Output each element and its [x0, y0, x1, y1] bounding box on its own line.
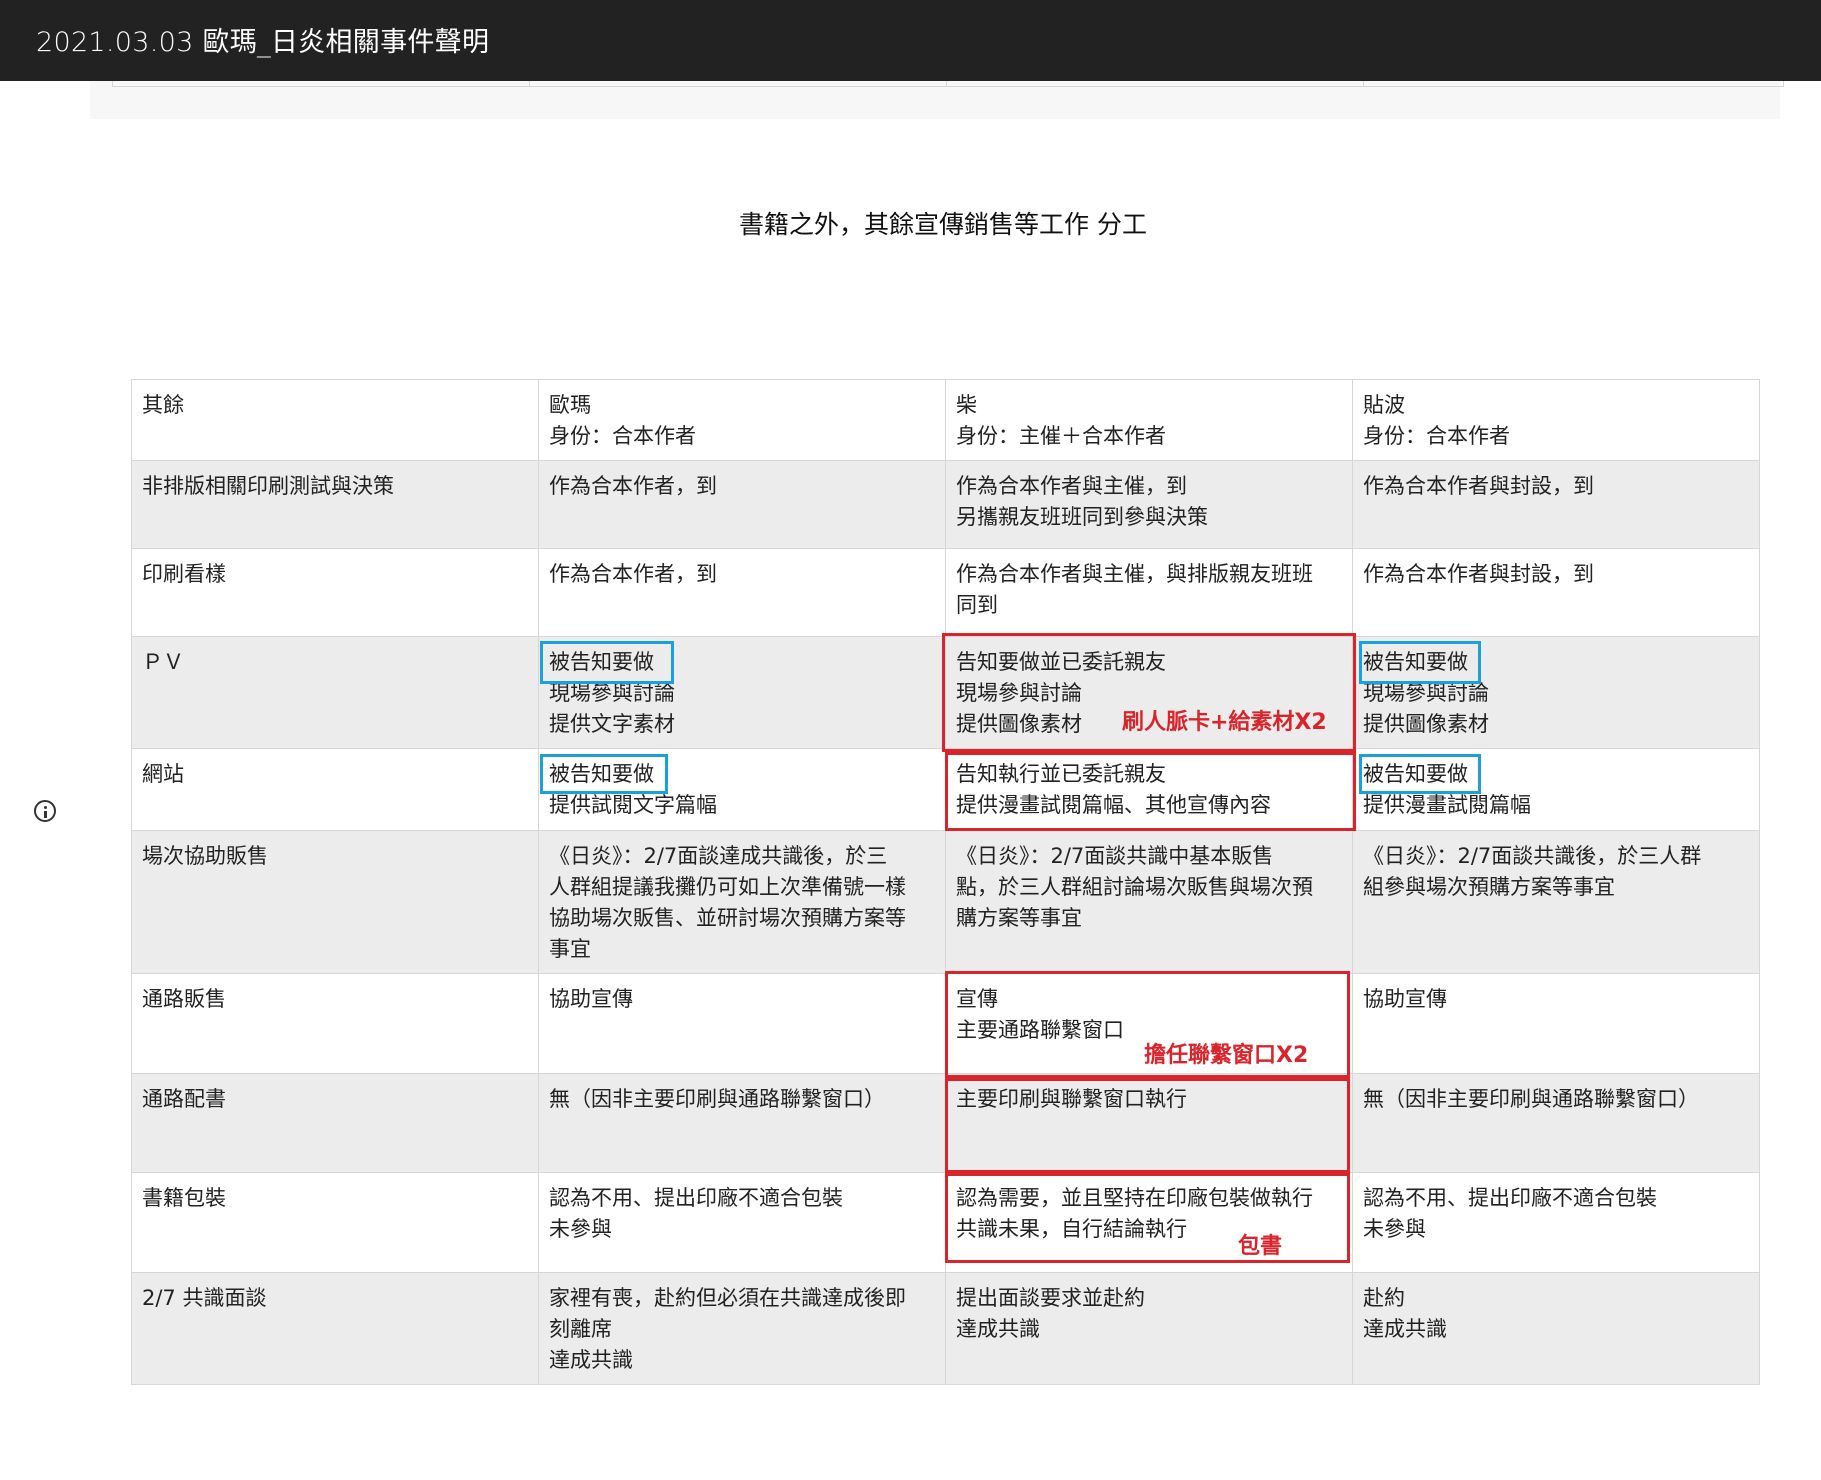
table-cell: 作為合本作者，到 [538, 460, 946, 549]
row-label: ＰＶ [131, 636, 539, 749]
row-label: 通路配書 [131, 1073, 539, 1173]
annotation-pv: 刷人脈卡+給素材X2 [1122, 710, 1327, 735]
table-cell: 無（因非主要印刷與通路聯繫窗口） [538, 1073, 946, 1173]
page-title: 2021.03.03 歐瑪_日炎相關事件聲明 [36, 27, 490, 58]
table-cell: 協助宣傳 [1352, 973, 1760, 1074]
table-cell: 作為合本作者與主催，到 另攜親友班班同到參與決策 [945, 460, 1353, 549]
highlight-box-blue [540, 641, 674, 684]
annotation-channel: 擔任聯繫窗口X2 [1144, 1043, 1309, 1068]
table-row: 場次協助販售 《日炎》：2/7面談達成共識後，於三 人群組提議我攤仍可如上次準備… [131, 830, 1760, 974]
top-bar: 2021.03.03 歐瑪_日炎相關事件聲明 [0, 0, 1821, 81]
row-label: 通路販售 [131, 973, 539, 1074]
info-icon[interactable] [34, 800, 56, 822]
row-label: 印刷看樣 [131, 548, 539, 637]
table-cell: 《日炎》：2/7面談共識後，於三人群 組參與場次預購方案等事宜 [1352, 830, 1760, 974]
table-row: 印刷看樣 作為合本作者，到 作為合本作者與主催，與排版親友班班 同到 作為合本作… [131, 548, 1760, 637]
highlight-box-red [945, 1078, 1350, 1173]
row-label: 2/7 共識面談 [131, 1272, 539, 1385]
row-label: 非排版相關印刷測試與決策 [131, 460, 539, 549]
previous-table-divider [1363, 81, 1364, 86]
highlight-box-red [945, 1173, 1350, 1263]
table-cell: 作為合本作者，到 [538, 548, 946, 637]
table-cell: 無（因非主要印刷與通路聯繫窗口） [1352, 1073, 1760, 1173]
previous-table-divider [529, 81, 530, 86]
table-cell: 赴約 達成共識 [1352, 1272, 1760, 1385]
table-row: 2/7 共識面談 家裡有喪，赴約但必須在共識達成後即 刻離席 達成共識 提出面談… [131, 1272, 1760, 1385]
table-row: 非排版相關印刷測試與決策 作為合本作者，到 作為合本作者與主催，到 另攜親友班班… [131, 460, 1760, 549]
row-label: 網站 [131, 748, 539, 831]
table-cell: 作為合本作者與封設，到 [1352, 548, 1760, 637]
highlight-box-red [945, 752, 1356, 831]
previous-table-divider [946, 81, 947, 86]
header-cell-tiebo: 貼波 身份：合本作者 [1352, 379, 1760, 461]
section-heading: 書籍之外，其餘宣傳銷售等工作 分工 [739, 210, 1147, 239]
table-cell: 《日炎》：2/7面談達成共識後，於三 人群組提議我攤仍可如上次準備號一樣 協助場… [538, 830, 946, 974]
table-cell: 作為合本作者與封設，到 [1352, 460, 1760, 549]
table-header-row: 其餘 歐瑪 身份：合本作者 柴 身份：主催＋合本作者 貼波 身份：合本作者 [131, 379, 1760, 461]
row-label: 場次協助販售 [131, 830, 539, 974]
highlight-box-blue [1359, 754, 1481, 794]
header-cell-other: 其餘 [131, 379, 539, 461]
row-label: 書籍包裝 [131, 1172, 539, 1273]
header-cell-oma: 歐瑪 身份：合本作者 [538, 379, 946, 461]
table-cell: 作為合本作者與主催，與排版親友班班 同到 [945, 548, 1353, 637]
table-cell: 協助宣傳 [538, 973, 946, 1074]
table-cell: 家裡有喪，赴約但必須在共識達成後即 刻離席 達成共識 [538, 1272, 946, 1385]
table-cell: 《日炎》：2/7面談共識中基本販售 點，於三人群組討論場次販售與場次預 購方案等… [945, 830, 1353, 974]
table-cell: 認為不用、提出印廠不適合包裝 未參與 [538, 1172, 946, 1273]
table-cell: 提出面談要求並赴約 達成共識 [945, 1272, 1353, 1385]
highlight-box-blue [1359, 641, 1481, 684]
previous-table-border [112, 81, 1784, 87]
annotation-package: 包書 [1238, 1234, 1283, 1259]
header-cell-chai: 柴 身份：主催＋合本作者 [945, 379, 1353, 461]
highlight-box-blue [540, 754, 668, 794]
table-cell: 認為不用、提出印廠不適合包裝 未參與 [1352, 1172, 1760, 1273]
